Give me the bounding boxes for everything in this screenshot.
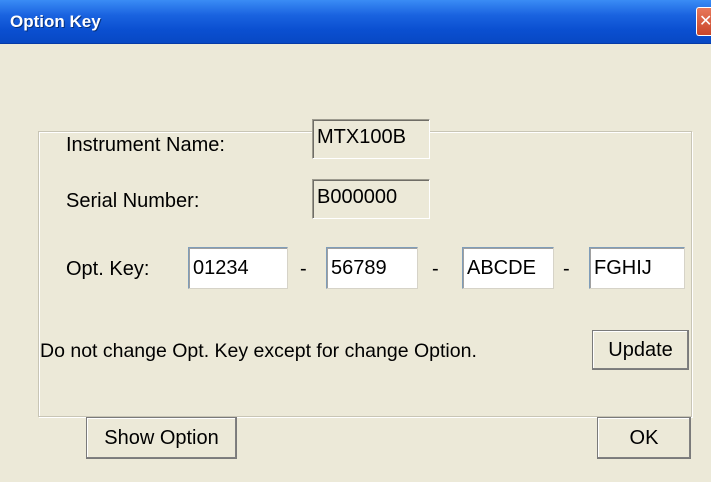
serial-number-field: B000000 bbox=[312, 179, 430, 219]
opt-key-label: Opt. Key: bbox=[66, 258, 150, 280]
instrument-name-field: MTX100B bbox=[312, 119, 430, 159]
instrument-name-label: Instrument Name: bbox=[66, 134, 225, 156]
opt-key-input-1[interactable] bbox=[188, 247, 288, 289]
title-bar[interactable]: Option Key ✕ bbox=[0, 0, 711, 44]
opt-key-separator: - bbox=[300, 258, 307, 280]
opt-key-input-2[interactable] bbox=[326, 247, 418, 289]
close-button[interactable]: ✕ bbox=[696, 7, 711, 36]
show-option-button[interactable]: Show Option bbox=[86, 417, 237, 459]
opt-key-note: Do not change Opt. Key except for change… bbox=[40, 340, 477, 362]
opt-key-separator: - bbox=[563, 258, 570, 280]
serial-number-label: Serial Number: bbox=[66, 190, 200, 212]
opt-key-input-3[interactable] bbox=[462, 247, 554, 289]
opt-key-separator: - bbox=[432, 258, 439, 280]
close-icon: ✕ bbox=[699, 13, 711, 30]
dialog-body: Instrument Name: MTX100B Serial Number: … bbox=[0, 44, 711, 482]
window-title: Option Key bbox=[10, 12, 101, 31]
ok-button[interactable]: OK bbox=[597, 417, 691, 459]
opt-key-input-4[interactable] bbox=[589, 247, 685, 289]
update-button[interactable]: Update bbox=[592, 330, 689, 370]
